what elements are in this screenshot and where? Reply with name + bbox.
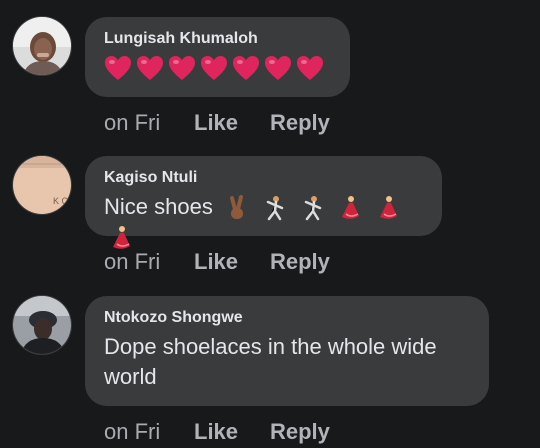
woman-dancing-icon bbox=[337, 194, 365, 222]
like-button[interactable]: Like bbox=[194, 419, 270, 445]
comment-bubble: Lungisah Khumaloh bbox=[85, 17, 350, 97]
comment-body bbox=[104, 53, 330, 83]
profile-photo: K C bbox=[13, 156, 71, 214]
red-heart-icon bbox=[169, 56, 195, 80]
comment-timestamp[interactable]: on Fri bbox=[104, 110, 194, 136]
comment-bubble: Kagiso Ntuli Nice shoes bbox=[85, 156, 442, 250]
red-heart-icon bbox=[105, 56, 131, 80]
comment-actions: on Fri Like Reply bbox=[104, 249, 330, 275]
comment-actions: on Fri Like Reply bbox=[104, 419, 330, 445]
victory-hand-icon bbox=[223, 194, 251, 222]
reply-button[interactable]: Reply bbox=[270, 110, 330, 136]
profile-photo bbox=[13, 296, 71, 354]
comment-timestamp[interactable]: on Fri bbox=[104, 249, 194, 275]
like-button[interactable]: Like bbox=[194, 110, 270, 136]
reply-button[interactable]: Reply bbox=[270, 419, 330, 445]
comment-actions: on Fri Like Reply bbox=[104, 110, 330, 136]
red-heart-icon bbox=[297, 56, 323, 80]
like-button[interactable]: Like bbox=[194, 249, 270, 275]
comment-body: Nice shoes bbox=[104, 192, 422, 252]
red-heart-icon bbox=[137, 56, 163, 80]
comment-text: Dope shoelaces in the whole wide world bbox=[104, 334, 437, 389]
avatar[interactable] bbox=[13, 296, 71, 354]
comment-text: Nice shoes bbox=[104, 194, 213, 219]
man-dancing-icon bbox=[299, 194, 327, 222]
comment-timestamp[interactable]: on Fri bbox=[104, 419, 194, 445]
red-heart-icon bbox=[265, 56, 291, 80]
profile-photo bbox=[13, 17, 71, 75]
svg-text:K C: K C bbox=[53, 196, 69, 206]
woman-dancing-icon bbox=[375, 194, 403, 222]
red-heart-icon bbox=[233, 56, 259, 80]
red-heart-icon bbox=[201, 56, 227, 80]
comment-author[interactable]: Ntokozo Shongwe bbox=[104, 308, 469, 328]
man-dancing-icon bbox=[261, 194, 289, 222]
comment-bubble: Ntokozo Shongwe Dope shoelaces in the wh… bbox=[85, 296, 489, 406]
comment-author[interactable]: Kagiso Ntuli bbox=[104, 168, 422, 188]
reply-button[interactable]: Reply bbox=[270, 249, 330, 275]
avatar[interactable] bbox=[13, 17, 71, 75]
avatar[interactable]: K C bbox=[13, 156, 71, 214]
comment-author[interactable]: Lungisah Khumaloh bbox=[104, 29, 330, 49]
